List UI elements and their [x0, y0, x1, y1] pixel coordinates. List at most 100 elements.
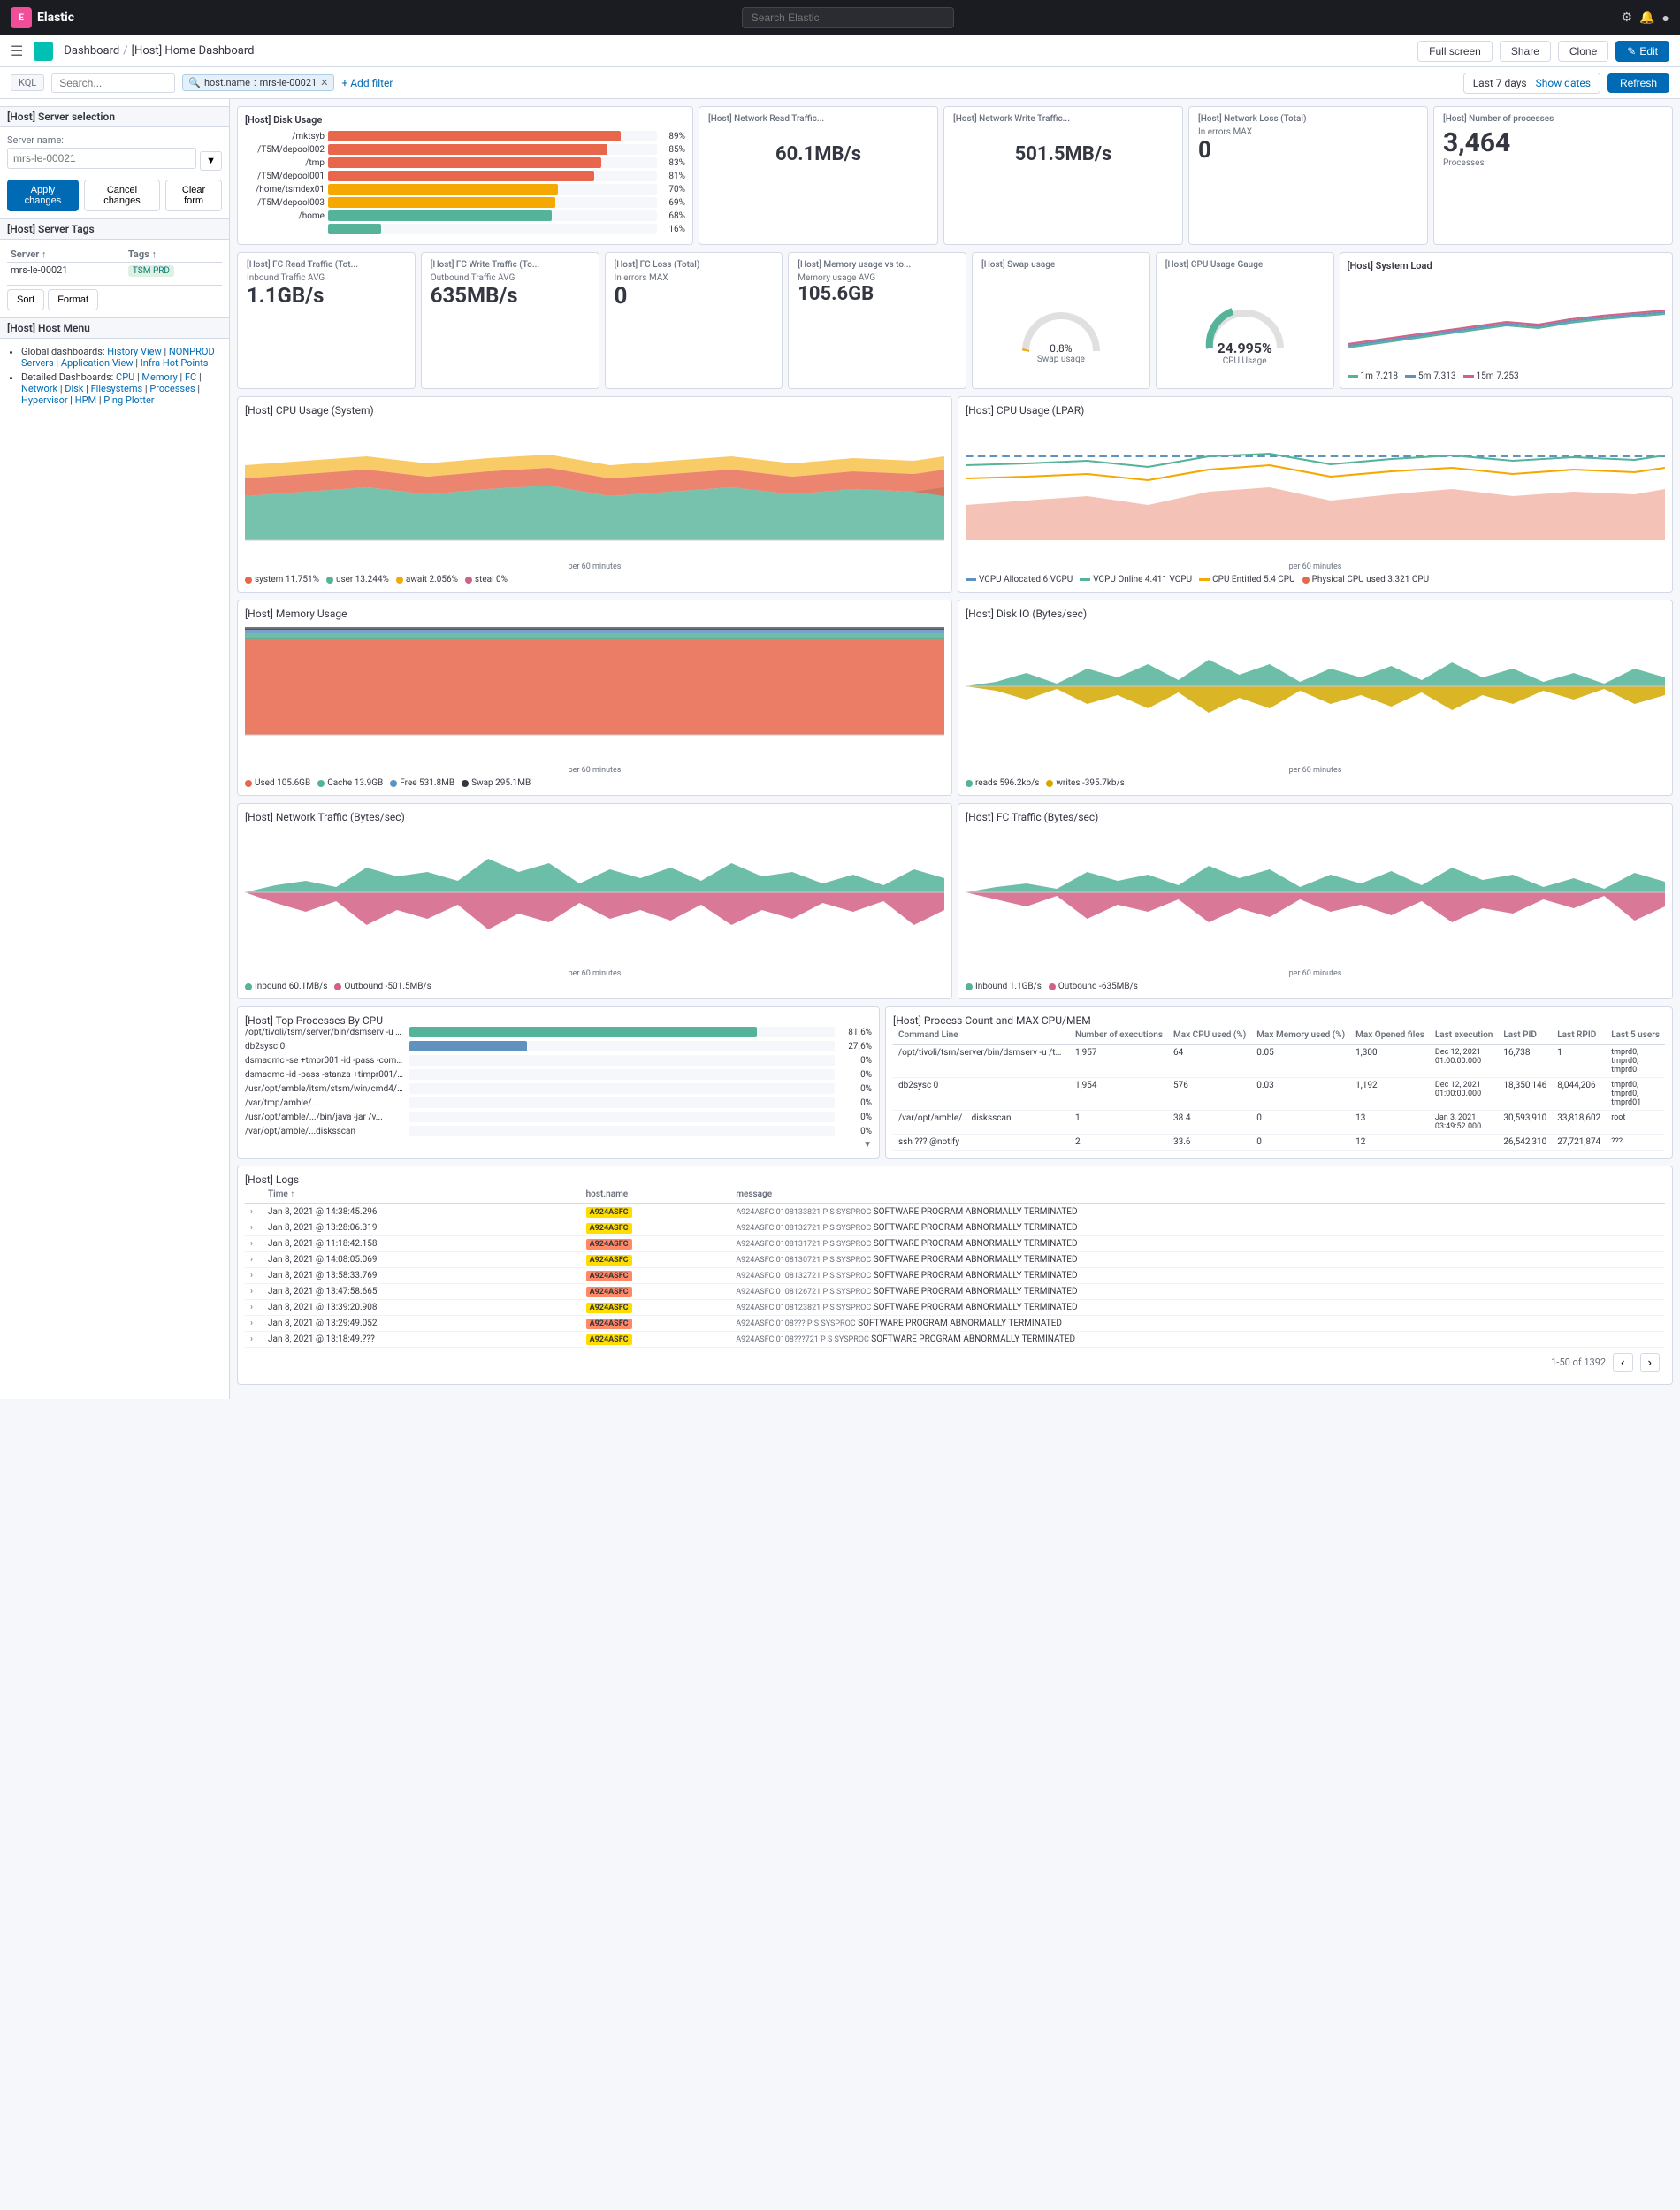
- hamburger-menu-icon[interactable]: ☰: [11, 42, 23, 59]
- log-expand-icon[interactable]: ›: [245, 1316, 263, 1332]
- log-expand-icon[interactable]: ›: [245, 1220, 263, 1236]
- memory-legend: Used 105.6GB Cache 13.9GB Free 531.8MB S…: [245, 778, 944, 788]
- disk-bar-row: /T5M/depool001 81%: [245, 171, 685, 181]
- sidebar: [Host] Server selection Server name: ▼ A…: [0, 99, 230, 1399]
- filter-tag-key: host.name: [204, 77, 250, 88]
- user-icon[interactable]: ●: [1662, 11, 1669, 26]
- time-selector[interactable]: Last 7 days Show dates: [1463, 73, 1600, 94]
- cpu-steal-legend: steal 0%: [465, 575, 508, 585]
- proc-files: 12: [1350, 1135, 1430, 1151]
- search-input[interactable]: [742, 7, 954, 28]
- tags-col-server: Server ↑: [7, 247, 125, 263]
- cpu-lpar-title: [Host] CPU Usage (LPAR): [966, 404, 1665, 417]
- expand-processes-button[interactable]: ▼: [245, 1140, 872, 1150]
- logs-col-time[interactable]: Time ↑: [263, 1186, 581, 1204]
- memory-link[interactable]: Memory: [141, 371, 177, 383]
- fc-read-value: 1.1GB/s: [247, 283, 406, 308]
- vcpu-allocated-legend: VCPU Allocated 6 VCPU: [966, 575, 1073, 585]
- share-button[interactable]: Share: [1500, 41, 1551, 62]
- load-1m-value: 7.218: [1376, 371, 1398, 381]
- log-expand-icon[interactable]: ›: [245, 1300, 263, 1316]
- clone-button[interactable]: Clone: [1558, 41, 1608, 62]
- fc-link[interactable]: FC: [185, 371, 196, 383]
- network-read-value: 60.1MB/s: [775, 143, 861, 165]
- history-view-link[interactable]: History View: [107, 346, 162, 357]
- log-time: Jan 8, 2021 @ 13:28:06.319: [263, 1220, 581, 1236]
- edit-button[interactable]: ✎ Edit: [1615, 41, 1669, 62]
- clear-form-button[interactable]: Clear form: [165, 180, 222, 211]
- filter-right: Last 7 days Show dates Refresh: [1463, 73, 1669, 94]
- logs-title: [Host] Logs: [245, 1174, 1665, 1186]
- process-bar-pct: 0%: [840, 1084, 872, 1094]
- network-fc-row: [Host] Network Traffic (Bytes/sec) per 6…: [237, 803, 1673, 999]
- filter-tag-remove[interactable]: ✕: [320, 77, 328, 88]
- infra-hot-points-link[interactable]: Infra Hot Points: [141, 357, 209, 369]
- process-bar-row: /var/opt/amble/...disksscan 0%: [245, 1126, 872, 1136]
- network-traffic-title: [Host] Network Traffic (Bytes/sec): [245, 811, 944, 823]
- disk-bar-fill: [328, 224, 381, 234]
- logs-col-message[interactable]: message: [730, 1186, 1665, 1204]
- detailed-dashboards-item: Detailed Dashboards: CPU | Memory | FC |…: [21, 371, 222, 406]
- memory-vs-card: [Host] Memory usage vs to... Memory usag…: [788, 252, 966, 389]
- proc-cpu: 64: [1168, 1044, 1251, 1078]
- proc-col-users: Last 5 users: [1606, 1027, 1665, 1044]
- fullscreen-button[interactable]: Full screen: [1417, 41, 1493, 62]
- proc-cmd: /opt/tivoli/tsm/server/bin/dsmserv -u /t…: [893, 1044, 1070, 1078]
- process-cmd-label: /var/opt/amble/...disksscan: [245, 1127, 404, 1136]
- cpu-link[interactable]: CPU: [116, 371, 134, 383]
- proc-cmd: /var/opt/amble/... disksscan: [893, 1111, 1070, 1135]
- format-button[interactable]: Format: [48, 289, 98, 310]
- prev-page-button[interactable]: ‹: [1613, 1353, 1632, 1372]
- hypervisor-link[interactable]: Hypervisor: [21, 394, 68, 406]
- proc-cmd: db2sysc 0: [893, 1078, 1070, 1111]
- process-bar-row: dsmadmc -se +tmpr001 -id -pass -comma...…: [245, 1055, 872, 1066]
- top-processes-title: [Host] Top Processes By CPU: [245, 1014, 872, 1027]
- application-view-link[interactable]: Application View: [61, 357, 134, 369]
- swap-label: Swap usage: [1037, 355, 1085, 364]
- notifications-icon[interactable]: 🔔: [1639, 11, 1654, 25]
- fc-write-value: 635MB/s: [431, 283, 590, 308]
- next-page-button[interactable]: ›: [1640, 1353, 1660, 1372]
- log-expand-icon[interactable]: ›: [245, 1252, 263, 1268]
- secondary-nav-right: Full screen Share Clone ✎ Edit: [1417, 41, 1669, 62]
- log-expand-icon[interactable]: ›: [245, 1268, 263, 1284]
- kql-badge[interactable]: KQL: [11, 74, 44, 91]
- logs-col-host[interactable]: host.name: [581, 1186, 731, 1204]
- load-5m-value: 7.313: [1433, 371, 1455, 381]
- disk-bar-track: [328, 131, 657, 141]
- ping-plotter-link[interactable]: Ping Plotter: [103, 394, 154, 406]
- sort-button[interactable]: Sort: [7, 289, 44, 310]
- proc-rpid: 8,044,206: [1552, 1078, 1606, 1111]
- log-expand-icon[interactable]: ›: [245, 1204, 263, 1220]
- breadcrumb-home[interactable]: Dashboard: [64, 44, 119, 57]
- refresh-button[interactable]: Refresh: [1607, 73, 1669, 93]
- add-filter-button[interactable]: + Add filter: [341, 77, 393, 89]
- server-name-input[interactable]: [7, 148, 196, 169]
- cancel-changes-button[interactable]: Cancel changes: [84, 180, 160, 211]
- apply-changes-button[interactable]: Apply changes: [7, 180, 79, 211]
- disk-bar-row: /T5M/depool003 69%: [245, 197, 685, 208]
- filesystems-link[interactable]: Filesystems: [91, 383, 143, 394]
- network-link[interactable]: Network: [21, 383, 57, 394]
- log-expand-icon[interactable]: ›: [245, 1284, 263, 1300]
- time-selector-show-dates[interactable]: Show dates: [1536, 77, 1591, 89]
- fc-traffic-panel: [Host] FC Traffic (Bytes/sec) per 60 min…: [958, 803, 1673, 999]
- disk-link[interactable]: Disk: [65, 383, 83, 394]
- filter-search-input[interactable]: [51, 73, 175, 93]
- settings-icon[interactable]: ⚙: [1622, 11, 1633, 25]
- log-expand-icon[interactable]: ›: [245, 1236, 263, 1252]
- processes-link[interactable]: Processes: [149, 383, 195, 394]
- disk-usage-title: [Host] Disk Usage: [245, 114, 685, 126]
- process-table-container: Command Line Number of executions Max CP…: [893, 1027, 1665, 1151]
- proc-last-exec: Dec 12, 2021 01:00:00.000: [1430, 1044, 1498, 1078]
- hpm-link[interactable]: HPM: [75, 394, 96, 406]
- proc-exec: 2: [1070, 1135, 1168, 1151]
- disk-bar-pct: 68%: [661, 211, 685, 221]
- network-traffic-legend: Inbound 60.1MB/s Outbound -501.5MB/s: [245, 982, 944, 991]
- network-write-title: [Host] Network Write Traffic...: [953, 114, 1173, 124]
- log-expand-icon[interactable]: ›: [245, 1332, 263, 1348]
- server-dropdown-button[interactable]: ▼: [200, 151, 222, 171]
- process-bar-track: [409, 1041, 835, 1051]
- disk-bar-label: /tmp: [245, 158, 325, 168]
- process-count-panel: [Host] Process Count and MAX CPU/MEM Com…: [885, 1006, 1673, 1159]
